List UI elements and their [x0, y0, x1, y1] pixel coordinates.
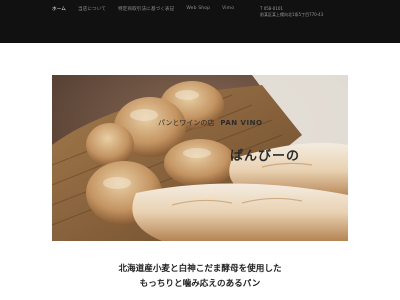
- hero-tagline: パンとワインの店: [158, 119, 215, 127]
- headline-line-2: もっちりと噛み応えのあるパン: [139, 279, 261, 289]
- nav-home[interactable]: ホーム: [52, 6, 66, 12]
- headline-line-1: 北海道産小麦と白神こだま酵母を使用した: [118, 264, 282, 274]
- hero-shop-name: PAN VINO: [220, 119, 263, 127]
- nav-about[interactable]: 当店について: [78, 6, 106, 12]
- contact-info: T 058-0101 前某区某上幌向北1条5丁目770-43: [260, 6, 323, 18]
- nav-web-shop[interactable]: Web Shop: [186, 6, 210, 12]
- contact-address: 前某区某上幌向北1条5丁目770-43: [260, 12, 324, 17]
- nav-legal-notice[interactable]: 特定商取引法に基づく表記: [118, 6, 174, 12]
- hero-image: パンとワインの店 PAN VINO ぱんびーの: [52, 75, 348, 241]
- main-nav: ホーム 当店について 特定商取引法に基づく表記 Web Shop Vimo: [52, 6, 246, 12]
- bread-basket-photo: [52, 75, 348, 241]
- page-headline: 北海道産小麦と白神こだま酵母を使用した もっちりと噛み応えのあるパン: [0, 262, 400, 292]
- hero-shop-name-kana: ぱんびーの: [230, 149, 301, 164]
- hero-shop-title: パンとワインの店 PAN VINO: [158, 118, 262, 128]
- nav-vimo[interactable]: Vimo: [222, 6, 234, 12]
- top-navigation-bar: ホーム 当店について 特定商取引法に基づく表記 Web Shop Vimo T …: [0, 0, 400, 43]
